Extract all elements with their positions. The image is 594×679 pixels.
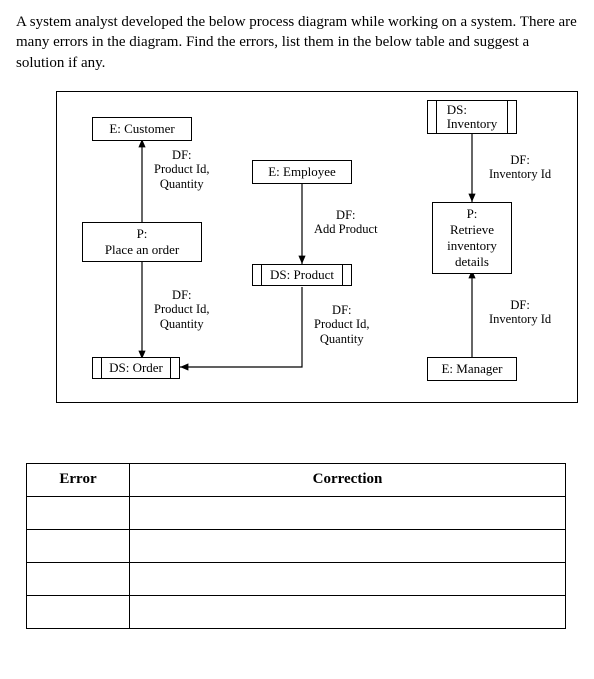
datastore-order-label: DS: Order [102,358,170,378]
entity-employee: E: Employee [252,160,352,184]
table-header-correction: Correction [130,463,566,496]
df-prodqty-top: DF: Product Id, Quantity [152,147,212,192]
table-row [27,529,566,562]
question-prompt: A system analyst developed the below pro… [16,12,578,73]
table-header-error: Error [27,463,130,496]
table-row [27,562,566,595]
process-retrieve-inventory: P: Retrieve inventory details [432,202,512,274]
df-add-product: DF: Add Product [312,207,380,238]
df-inventoryid-bottom: DF: Inventory Id [487,297,553,328]
process-place-order: P: Place an order [82,222,202,262]
datastore-product-label: DS: Product [262,265,342,285]
df-prodqty-mid: DF: Product Id, Quantity [312,302,372,347]
entity-customer: E: Customer [92,117,192,141]
datastore-inventory-label: DS: Inventory [437,101,507,133]
table-row [27,496,566,529]
error-correction-table: Error Correction [26,463,566,629]
datastore-order: DS: Order [92,357,180,379]
datastore-product: DS: Product [252,264,352,286]
process-diagram: E: Customer DS: Inventory DF: Product Id… [56,91,578,403]
df-inventoryid-top: DF: Inventory Id [487,152,553,183]
table-row [27,595,566,628]
entity-manager: E: Manager [427,357,517,381]
df-prodqty-bottom: DF: Product Id, Quantity [152,287,212,332]
datastore-inventory: DS: Inventory [427,100,517,134]
